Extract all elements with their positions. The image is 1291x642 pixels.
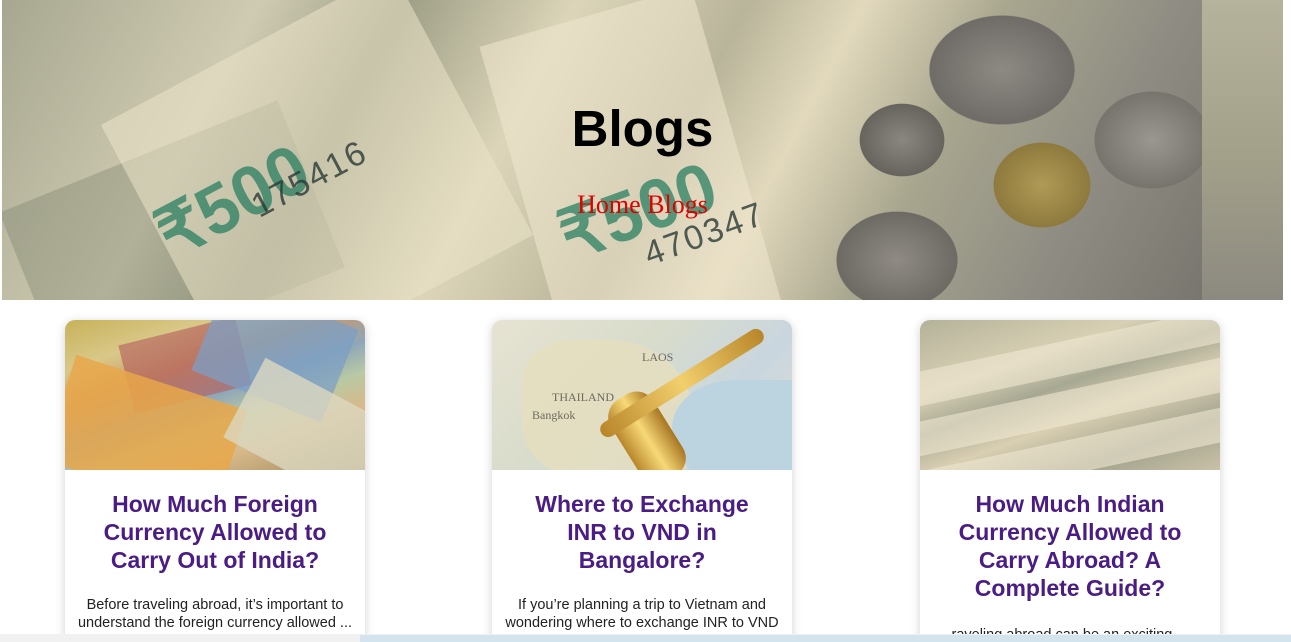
breadcrumb: Home Blogs [2,190,1283,220]
blog-card[interactable]: THAILAND Bangkok LAOS Where to Exchange … [492,320,792,642]
breadcrumb-home-link[interactable]: Home [577,190,641,219]
page-title: Blogs [571,100,714,157]
blog-card-image[interactable]: THAILAND Bangkok LAOS [492,320,792,470]
blog-card-image[interactable] [920,320,1220,470]
blog-card-title[interactable]: How Much Indian Currency Allowed to Carr… [942,490,1198,602]
blog-card-excerpt: Before traveling abroad, it’s important … [77,597,353,631]
blog-card[interactable]: How Much Foreign Currency Allowed to Car… [65,320,365,642]
horizontal-scrollbar[interactable] [0,634,1291,642]
scrollbar-thumb[interactable] [360,635,1291,642]
blog-card[interactable]: How Much Indian Currency Allowed to Carr… [920,320,1220,642]
hero-banner: ₹500 ₹500 175416 470347 Blogs Home Blogs [2,0,1283,300]
blog-card-title[interactable]: How Much Foreign Currency Allowed to Car… [87,490,343,574]
blog-card-title[interactable]: Where to Exchange INR to VND in Bangalor… [514,490,770,574]
blog-card-image[interactable] [65,320,365,470]
breadcrumb-current: Blogs [647,190,708,219]
